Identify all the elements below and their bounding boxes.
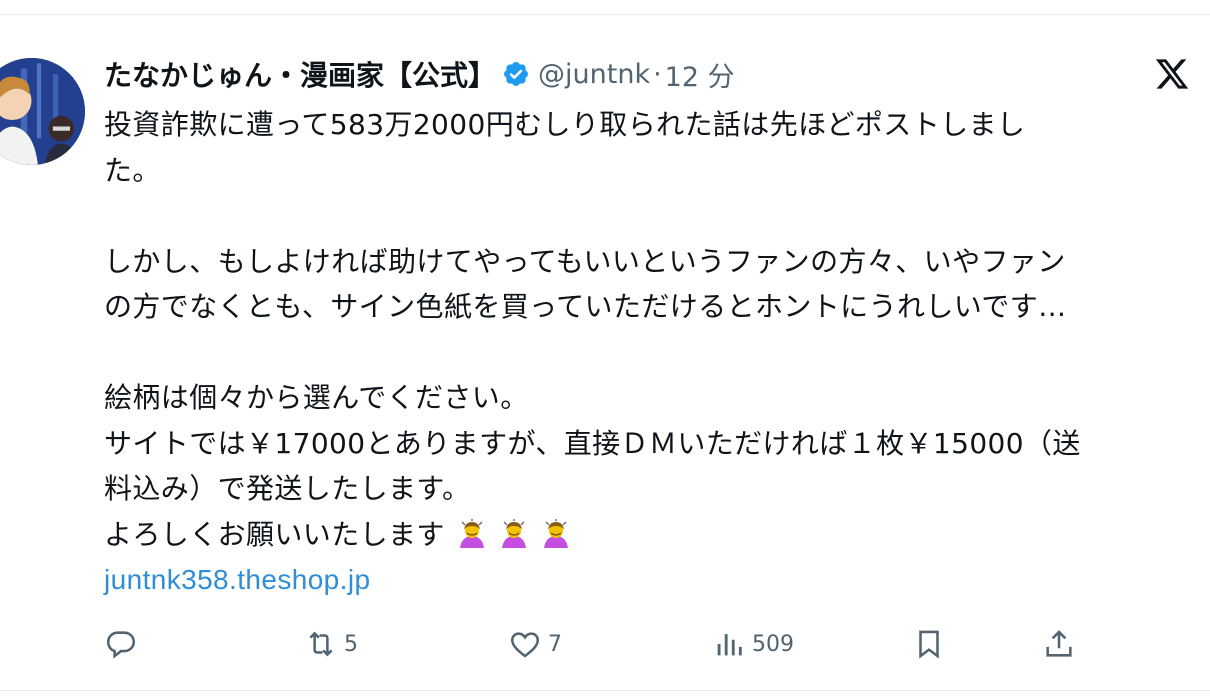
woman-bowing-emoji xyxy=(499,518,529,549)
tweet-header: たなかじゅん・漫画家【公式】 @juntnk · 12 分 xyxy=(104,52,735,96)
user-handle[interactable]: @juntnk xyxy=(538,59,650,90)
like-count: 7 xyxy=(548,631,562,657)
tweet-line: 投資詐欺に遭って583万2000円むしり取られた話は先ほどポストしまし xyxy=(104,108,1026,141)
tweet-line: の方でなくとも、サイン色紙を買っていただけるとホントにうれしいです… xyxy=(104,290,1067,323)
verified-badge-icon xyxy=(502,60,530,88)
bottom-divider xyxy=(0,690,1210,691)
avatar-image xyxy=(0,58,85,165)
tweet-line-text: よろしくお願いいたします xyxy=(104,517,445,551)
views-icon xyxy=(712,627,746,661)
timestamp[interactable]: 12 分 xyxy=(665,55,735,94)
share-icon xyxy=(1042,627,1076,661)
avatar[interactable] xyxy=(0,58,85,165)
separator-dot: · xyxy=(653,58,662,90)
tweet-text: 投資詐欺に遭って583万2000円むしり取られた話は先ほどポストしまし た。 し… xyxy=(104,102,1194,603)
views-count: 509 xyxy=(752,631,794,657)
share-button[interactable] xyxy=(1042,624,1076,664)
woman-bowing-emoji xyxy=(541,518,571,549)
tweet-line: サイトでは￥17000とありますが、直接ＤＭいただければ１枚￥15000（送 xyxy=(104,426,1081,460)
retweet-count: 5 xyxy=(344,631,358,657)
tweet-line-with-emoji: よろしくお願いいたします xyxy=(104,512,1194,558)
views-button[interactable]: 509 xyxy=(712,624,794,664)
display-name[interactable]: たなかじゅん・漫画家【公式】 xyxy=(104,54,496,94)
top-divider xyxy=(0,14,1210,15)
bookmark-button[interactable] xyxy=(912,624,946,664)
tweet-line: 料込み）で発送したします。 xyxy=(104,472,471,505)
bookmark-icon xyxy=(912,627,946,661)
heart-icon xyxy=(508,627,542,661)
tweet-line: しかし、もしよければ助けてやってもいいというファンの方々、いやファン xyxy=(104,244,1066,278)
tweet-line: 絵柄は個々から選んでください。 xyxy=(104,381,529,414)
tweet-line: た。 xyxy=(104,153,161,187)
reply-icon xyxy=(104,627,138,661)
woman-bowing-emoji xyxy=(457,518,487,549)
x-logo-icon[interactable] xyxy=(1154,56,1190,92)
retweet-button[interactable]: 5 xyxy=(304,624,358,664)
retweet-icon xyxy=(304,627,338,661)
like-button[interactable]: 7 xyxy=(508,624,562,664)
shop-link[interactable]: juntnk358.theshop.jp xyxy=(104,564,370,595)
reply-button[interactable] xyxy=(104,624,138,664)
action-bar: 5 7 509 xyxy=(104,624,1104,664)
